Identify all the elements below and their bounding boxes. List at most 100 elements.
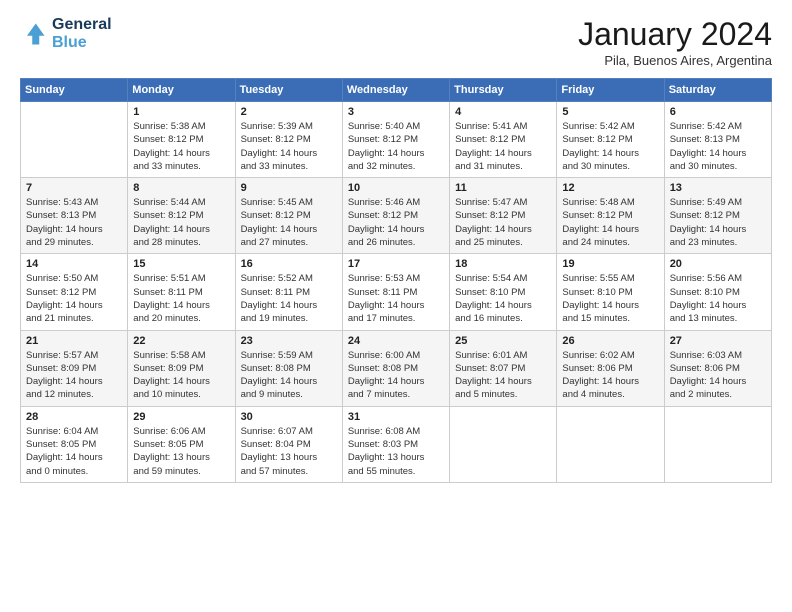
calendar-cell: 8 Sunrise: 5:44 AM Sunset: 8:12 PM Daylig… xyxy=(128,178,235,254)
calendar-cell: 21 Sunrise: 5:57 AM Sunset: 8:09 PM Dayli… xyxy=(21,330,128,406)
day-info: Sunrise: 5:38 AM Sunset: 8:12 PM Dayligh… xyxy=(133,120,229,173)
calendar-cell: 22 Sunrise: 5:58 AM Sunset: 8:09 PM Dayli… xyxy=(128,330,235,406)
day-info: Sunrise: 6:08 AM Sunset: 8:03 PM Dayligh… xyxy=(348,425,444,478)
day-info: Sunrise: 5:45 AM Sunset: 8:12 PM Dayligh… xyxy=(241,196,337,249)
calendar-cell: 7Sunrise: 5:43 AM Sunset: 8:13 PM Daylig… xyxy=(21,178,128,254)
logo-text: General Blue xyxy=(52,16,112,52)
calendar-week-row: 28Sunrise: 6:04 AM Sunset: 8:05 PM Dayli… xyxy=(21,406,772,482)
day-info: Sunrise: 6:01 AM Sunset: 8:07 PM Dayligh… xyxy=(455,349,551,402)
calendar-cell: 31 Sunrise: 6:08 AM Sunset: 8:03 PM Dayli… xyxy=(342,406,449,482)
day-number: 4 xyxy=(455,106,551,118)
calendar-cell: 29 Sunrise: 6:06 AM Sunset: 8:05 PM Dayli… xyxy=(128,406,235,482)
day-info: Sunrise: 5:41 AM Sunset: 8:12 PM Dayligh… xyxy=(455,120,551,173)
calendar-cell: 9 Sunrise: 5:45 AM Sunset: 8:12 PM Daylig… xyxy=(235,178,342,254)
day-number: 18 xyxy=(455,258,551,270)
calendar-cell: 18Sunrise: 5:54 AM Sunset: 8:10 PM Dayli… xyxy=(450,254,557,330)
calendar-week-row: 1 Sunrise: 5:38 AM Sunset: 8:12 PM Daylig… xyxy=(21,102,772,178)
calendar-cell: 25Sunrise: 6:01 AM Sunset: 8:07 PM Dayli… xyxy=(450,330,557,406)
weekday-header: Wednesday xyxy=(342,79,449,102)
day-number: 15 xyxy=(133,258,229,270)
day-info: Sunrise: 5:51 AM Sunset: 8:11 PM Dayligh… xyxy=(133,272,229,325)
month-title: January 2024 xyxy=(578,16,772,53)
calendar-cell: 15 Sunrise: 5:51 AM Sunset: 8:11 PM Dayli… xyxy=(128,254,235,330)
calendar-cell: 16 Sunrise: 5:52 AM Sunset: 8:11 PM Dayli… xyxy=(235,254,342,330)
calendar-cell xyxy=(450,406,557,482)
day-number: 23 xyxy=(241,335,337,347)
calendar-cell: 23 Sunrise: 5:59 AM Sunset: 8:08 PM Dayli… xyxy=(235,330,342,406)
calendar-cell: 19 Sunrise: 5:55 AM Sunset: 8:10 PM Dayli… xyxy=(557,254,664,330)
day-number: 28 xyxy=(26,411,122,423)
day-info: Sunrise: 5:52 AM Sunset: 8:11 PM Dayligh… xyxy=(241,272,337,325)
day-number: 3 xyxy=(348,106,444,118)
calendar-cell: 6Sunrise: 5:42 AM Sunset: 8:13 PM Daylig… xyxy=(664,102,771,178)
calendar-week-row: 14 Sunrise: 5:50 AM Sunset: 8:12 PM Dayli… xyxy=(21,254,772,330)
day-number: 24 xyxy=(348,335,444,347)
calendar-cell: 5Sunrise: 5:42 AM Sunset: 8:12 PM Daylig… xyxy=(557,102,664,178)
day-number: 2 xyxy=(241,106,337,118)
day-number: 5 xyxy=(562,106,658,118)
weekday-header: Monday xyxy=(128,79,235,102)
calendar-cell: 17Sunrise: 5:53 AM Sunset: 8:11 PM Dayli… xyxy=(342,254,449,330)
day-number: 1 xyxy=(133,106,229,118)
day-info: Sunrise: 5:49 AM Sunset: 8:12 PM Dayligh… xyxy=(670,196,766,249)
weekday-header: Friday xyxy=(557,79,664,102)
day-info: Sunrise: 5:48 AM Sunset: 8:12 PM Dayligh… xyxy=(562,196,658,249)
day-info: Sunrise: 5:39 AM Sunset: 8:12 PM Dayligh… xyxy=(241,120,337,173)
page: General Blue January 2024 Pila, Buenos A… xyxy=(0,0,792,612)
day-number: 16 xyxy=(241,258,337,270)
day-info: Sunrise: 5:42 AM Sunset: 8:13 PM Dayligh… xyxy=(670,120,766,173)
weekday-header: Tuesday xyxy=(235,79,342,102)
day-number: 9 xyxy=(241,182,337,194)
day-info: Sunrise: 6:02 AM Sunset: 8:06 PM Dayligh… xyxy=(562,349,658,402)
day-info: Sunrise: 5:57 AM Sunset: 8:09 PM Dayligh… xyxy=(26,349,122,402)
weekday-header: Saturday xyxy=(664,79,771,102)
logo: General Blue xyxy=(20,16,112,52)
day-number: 10 xyxy=(348,182,444,194)
calendar-cell: 3 Sunrise: 5:40 AM Sunset: 8:12 PM Daylig… xyxy=(342,102,449,178)
day-info: Sunrise: 5:53 AM Sunset: 8:11 PM Dayligh… xyxy=(348,272,444,325)
day-number: 14 xyxy=(26,258,122,270)
day-number: 31 xyxy=(348,411,444,423)
calendar-cell: 24 Sunrise: 6:00 AM Sunset: 8:08 PM Dayli… xyxy=(342,330,449,406)
day-info: Sunrise: 6:03 AM Sunset: 8:06 PM Dayligh… xyxy=(670,349,766,402)
location: Pila, Buenos Aires, Argentina xyxy=(578,53,772,68)
calendar-cell: 2 Sunrise: 5:39 AM Sunset: 8:12 PM Daylig… xyxy=(235,102,342,178)
day-number: 27 xyxy=(670,335,766,347)
calendar-table: SundayMondayTuesdayWednesdayThursdayFrid… xyxy=(20,78,772,483)
day-info: Sunrise: 5:59 AM Sunset: 8:08 PM Dayligh… xyxy=(241,349,337,402)
calendar-cell: 27 Sunrise: 6:03 AM Sunset: 8:06 PM Dayli… xyxy=(664,330,771,406)
day-number: 13 xyxy=(670,182,766,194)
day-number: 29 xyxy=(133,411,229,423)
day-info: Sunrise: 6:06 AM Sunset: 8:05 PM Dayligh… xyxy=(133,425,229,478)
day-info: Sunrise: 6:00 AM Sunset: 8:08 PM Dayligh… xyxy=(348,349,444,402)
calendar-cell: 12 Sunrise: 5:48 AM Sunset: 8:12 PM Dayli… xyxy=(557,178,664,254)
day-number: 22 xyxy=(133,335,229,347)
logo-icon xyxy=(20,20,48,48)
calendar-cell: 1 Sunrise: 5:38 AM Sunset: 8:12 PM Daylig… xyxy=(128,102,235,178)
day-info: Sunrise: 5:50 AM Sunset: 8:12 PM Dayligh… xyxy=(26,272,122,325)
day-number: 19 xyxy=(562,258,658,270)
day-info: Sunrise: 5:44 AM Sunset: 8:12 PM Dayligh… xyxy=(133,196,229,249)
day-info: Sunrise: 5:55 AM Sunset: 8:10 PM Dayligh… xyxy=(562,272,658,325)
weekday-header: Thursday xyxy=(450,79,557,102)
calendar-cell: 4 Sunrise: 5:41 AM Sunset: 8:12 PM Daylig… xyxy=(450,102,557,178)
day-info: Sunrise: 5:56 AM Sunset: 8:10 PM Dayligh… xyxy=(670,272,766,325)
day-number: 8 xyxy=(133,182,229,194)
calendar-cell: 14 Sunrise: 5:50 AM Sunset: 8:12 PM Dayli… xyxy=(21,254,128,330)
calendar-week-row: 21 Sunrise: 5:57 AM Sunset: 8:09 PM Dayli… xyxy=(21,330,772,406)
day-info: Sunrise: 5:47 AM Sunset: 8:12 PM Dayligh… xyxy=(455,196,551,249)
calendar-cell: 13 Sunrise: 5:49 AM Sunset: 8:12 PM Dayli… xyxy=(664,178,771,254)
day-info: Sunrise: 5:43 AM Sunset: 8:13 PM Dayligh… xyxy=(26,196,122,249)
day-number: 11 xyxy=(455,182,551,194)
day-number: 12 xyxy=(562,182,658,194)
day-info: Sunrise: 5:40 AM Sunset: 8:12 PM Dayligh… xyxy=(348,120,444,173)
day-info: Sunrise: 5:58 AM Sunset: 8:09 PM Dayligh… xyxy=(133,349,229,402)
weekday-header: Sunday xyxy=(21,79,128,102)
calendar-cell: 30Sunrise: 6:07 AM Sunset: 8:04 PM Dayli… xyxy=(235,406,342,482)
calendar-cell: 28Sunrise: 6:04 AM Sunset: 8:05 PM Dayli… xyxy=(21,406,128,482)
calendar-cell xyxy=(21,102,128,178)
calendar-cell: 26Sunrise: 6:02 AM Sunset: 8:06 PM Dayli… xyxy=(557,330,664,406)
title-area: January 2024 Pila, Buenos Aires, Argenti… xyxy=(578,16,772,68)
header: General Blue January 2024 Pila, Buenos A… xyxy=(20,16,772,68)
day-number: 21 xyxy=(26,335,122,347)
